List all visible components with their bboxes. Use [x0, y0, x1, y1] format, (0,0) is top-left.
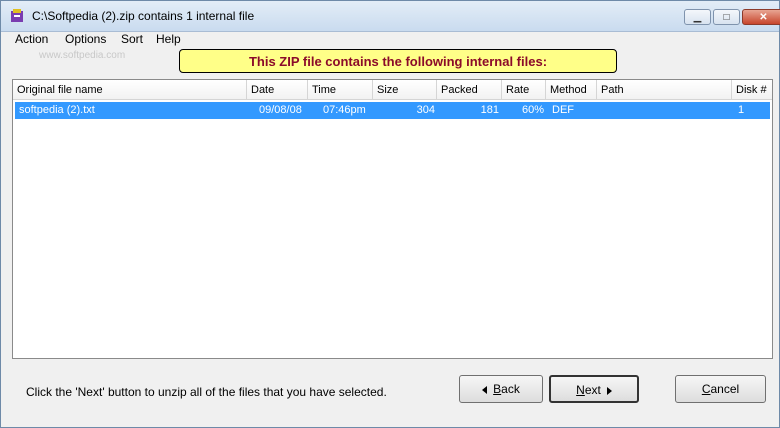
back-button[interactable]: Back — [459, 375, 543, 403]
zip-window: C:\Softpedia (2).zip contains 1 internal… — [0, 0, 780, 428]
column-header-rate[interactable]: Rate — [502, 80, 546, 100]
table-row[interactable]: softpedia (2).txt 09/08/08 07:46pm 304 1… — [15, 102, 770, 119]
next-button[interactable]: Next — [549, 375, 639, 403]
menu-options[interactable]: Options — [65, 32, 106, 46]
window-title: C:\Softpedia (2).zip contains 1 internal… — [32, 9, 255, 23]
next-button-label: ext — [584, 383, 601, 397]
next-button-mnemonic: N — [576, 383, 585, 397]
cancel-button-label: ancel — [710, 382, 740, 396]
column-header-time[interactable]: Time — [308, 80, 373, 100]
column-header-disk[interactable]: Disk # — [732, 80, 772, 100]
cell-disk: 1 — [738, 104, 745, 116]
menu-bar: Action Options Sort Help — [1, 32, 779, 48]
column-header-size[interactable]: Size — [373, 80, 437, 100]
cell-method: DEF — [552, 104, 574, 116]
back-button-mnemonic: B — [493, 382, 502, 396]
cell-name: softpedia (2).txt — [19, 104, 95, 116]
file-list[interactable]: Original file name Date Time Size Packed… — [12, 79, 773, 359]
status-text: Click the 'Next' button to unzip all of … — [26, 385, 387, 399]
cell-date: 09/08/08 — [259, 104, 302, 116]
title-bar[interactable]: C:\Softpedia (2).zip contains 1 internal… — [1, 1, 780, 32]
back-button-label: ack — [501, 382, 520, 396]
column-header-packed[interactable]: Packed — [437, 80, 502, 100]
maximize-button[interactable]: □ — [713, 9, 740, 25]
back-arrow-icon — [482, 385, 488, 394]
watermark: www.softpedia.com — [39, 50, 126, 61]
cancel-button[interactable]: Cancel — [675, 375, 766, 403]
menu-action[interactable]: Action — [15, 32, 48, 46]
column-header-date[interactable]: Date — [247, 80, 308, 100]
minimize-button[interactable]: ▁ — [684, 9, 711, 25]
cell-size: 304 — [416, 104, 435, 116]
cell-time: 07:46pm — [323, 104, 366, 116]
column-header-path[interactable]: Path — [597, 80, 732, 100]
next-arrow-icon — [606, 386, 612, 395]
cell-rate: 60% — [521, 104, 544, 116]
app-icon — [11, 9, 23, 22]
column-header-method[interactable]: Method — [546, 80, 597, 100]
column-header-name[interactable]: Original file name — [13, 80, 247, 100]
info-banner: This ZIP file contains the following int… — [179, 49, 617, 73]
close-button[interactable]: ✕ — [742, 9, 780, 25]
cell-packed: 181 — [480, 104, 499, 116]
menu-sort[interactable]: Sort — [121, 32, 143, 46]
menu-help[interactable]: Help — [156, 32, 181, 46]
